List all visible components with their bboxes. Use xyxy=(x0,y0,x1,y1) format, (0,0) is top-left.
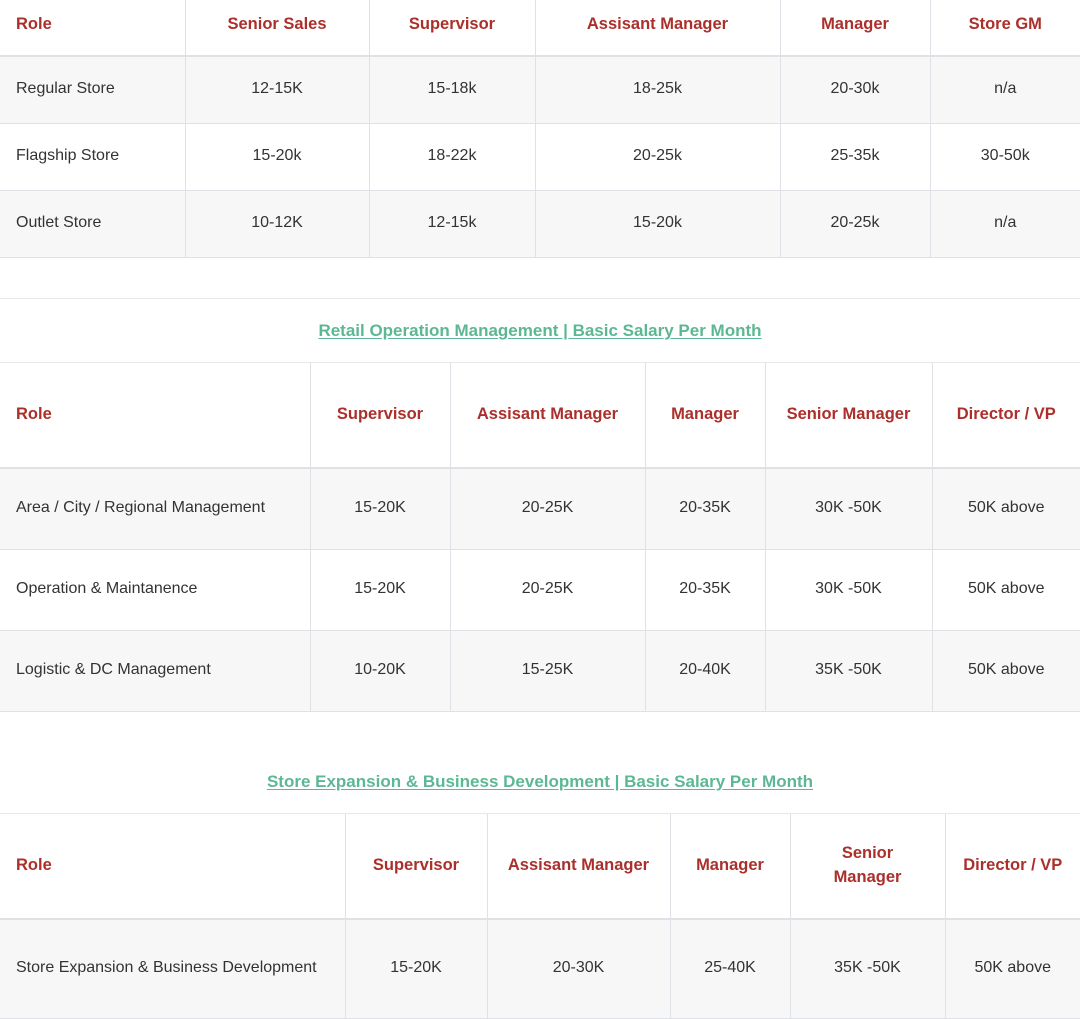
column-header-senior-sales: Senior Sales xyxy=(185,0,370,57)
store-roles-table: Role Senior Sales Supervisor Assisant Ma… xyxy=(0,0,1080,258)
salary-tables-page: Role Senior Sales Supervisor Assisant Ma… xyxy=(0,0,1080,1019)
column-header-director-vp: Director / VP xyxy=(945,813,1080,920)
cell-role: Operation & Maintanence xyxy=(0,549,311,631)
cell-director-vp: 50K above xyxy=(932,549,1080,631)
cell-role: Outlet Store xyxy=(0,190,186,258)
cell-manager: 25-40K xyxy=(670,918,791,1019)
cell-supervisor: 12-15k xyxy=(369,190,536,258)
column-header-supervisor: Supervisor xyxy=(310,363,451,469)
column-header-store-gm: Store GM xyxy=(930,0,1080,57)
column-header-senior-manager: Senior Manager xyxy=(790,813,946,920)
cell-assisant-manager: 20-25K xyxy=(450,468,646,550)
store-expansion-heading: Store Expansion & Business Development |… xyxy=(0,749,1080,814)
table-header: Role Supervisor Assisant Manager Manager… xyxy=(0,363,1080,469)
column-header-assisant-manager: Assisant Manager xyxy=(450,363,646,469)
cell-role: Logistic & DC Management xyxy=(0,630,311,712)
table-row: Outlet Store 10-12K 12-15k 15-20k 20-25k… xyxy=(0,190,1080,258)
table-header: Role Supervisor Assisant Manager Manager… xyxy=(0,813,1080,920)
column-header-manager: Manager xyxy=(670,813,791,920)
cell-supervisor: 15-18k xyxy=(369,56,536,124)
cell-senior-manager: 35K -50K xyxy=(765,630,933,712)
column-header-assisant-manager: Assisant Manager xyxy=(487,813,671,920)
column-header-supervisor: Supervisor xyxy=(369,0,536,57)
cell-manager: 20-35K xyxy=(645,549,766,631)
cell-assisant-manager: 18-25k xyxy=(535,56,781,124)
table-row: Area / City / Regional Management 15-20K… xyxy=(0,468,1080,550)
store-expansion-table-container: Role Supervisor Assisant Manager Manager… xyxy=(0,813,1080,1019)
cell-assisant-manager: 20-25K xyxy=(450,549,646,631)
column-header-manager: Manager xyxy=(645,363,766,469)
column-header-supervisor: Supervisor xyxy=(345,813,488,920)
cell-store-gm: 30-50k xyxy=(930,123,1080,191)
table-row: Store Expansion & Business Development 1… xyxy=(0,918,1080,1019)
store-expansion-business-development-table: Role Supervisor Assisant Manager Manager… xyxy=(0,813,1080,1019)
cell-senior-manager: 35K -50K xyxy=(790,918,946,1019)
cell-senior-sales: 12-15K xyxy=(185,56,370,124)
table-row: Flagship Store 15-20k 18-22k 20-25k 25-3… xyxy=(0,123,1080,191)
store-roles-table-container: Role Senior Sales Supervisor Assisant Ma… xyxy=(0,0,1080,270)
column-header-senior-manager: Senior Manager xyxy=(765,363,933,469)
cell-role: Flagship Store xyxy=(0,123,186,191)
cell-assisant-manager: 20-30K xyxy=(487,918,671,1019)
retail-operation-management-table: Role Supervisor Assisant Manager Manager… xyxy=(0,363,1080,712)
column-header-role: Role xyxy=(0,363,311,469)
cell-supervisor: 15-20K xyxy=(345,918,488,1019)
section-spacer xyxy=(0,711,1080,750)
cell-supervisor: 15-20K xyxy=(310,468,451,550)
cell-senior-sales: 15-20k xyxy=(185,123,370,191)
table-row: Logistic & DC Management 10-20K 15-25K 2… xyxy=(0,630,1080,712)
column-header-role: Role xyxy=(0,813,346,920)
table-body: Regular Store 12-15K 15-18k 18-25k 20-30… xyxy=(0,56,1080,258)
cell-manager: 20-30k xyxy=(780,56,931,124)
retail-operation-management-link[interactable]: Retail Operation Management | Basic Sala… xyxy=(318,321,761,340)
cell-manager: 20-35K xyxy=(645,468,766,550)
cell-assisant-manager: 15-20k xyxy=(535,190,781,258)
table-body: Store Expansion & Business Development 1… xyxy=(0,918,1080,1019)
cell-supervisor: 15-20K xyxy=(310,549,451,631)
table-header-row: Role Supervisor Assisant Manager Manager… xyxy=(0,813,1080,920)
table-row: Operation & Maintanence 15-20K 20-25K 20… xyxy=(0,549,1080,631)
cell-store-gm: n/a xyxy=(930,190,1080,258)
cell-supervisor: 10-20K xyxy=(310,630,451,712)
cell-senior-manager: 30K -50K xyxy=(765,549,933,631)
column-header-assisant-manager: Assisant Manager xyxy=(535,0,781,57)
cell-store-gm: n/a xyxy=(930,56,1080,124)
table-header-row: Role Supervisor Assisant Manager Manager… xyxy=(0,363,1080,469)
cell-assisant-manager: 20-25k xyxy=(535,123,781,191)
column-header-manager: Manager xyxy=(780,0,931,57)
cell-manager: 20-25k xyxy=(780,190,931,258)
cell-manager: 20-40K xyxy=(645,630,766,712)
column-header-director-vp: Director / VP xyxy=(932,363,1080,469)
cell-role: Store Expansion & Business Development xyxy=(0,918,346,1019)
cell-role: Area / City / Regional Management xyxy=(0,468,311,550)
cell-role: Regular Store xyxy=(0,56,186,124)
table-body: Area / City / Regional Management 15-20K… xyxy=(0,468,1080,712)
cell-director-vp: 50K above xyxy=(932,468,1080,550)
cell-director-vp: 50K above xyxy=(945,918,1080,1019)
retail-operation-management-heading: Retail Operation Management | Basic Sala… xyxy=(0,299,1080,363)
column-header-role: Role xyxy=(0,0,186,57)
cell-senior-sales: 10-12K xyxy=(185,190,370,258)
table-header-row: Role Senior Sales Supervisor Assisant Ma… xyxy=(0,0,1080,57)
cell-director-vp: 50K above xyxy=(932,630,1080,712)
table-header: Role Senior Sales Supervisor Assisant Ma… xyxy=(0,0,1080,57)
store-expansion-link[interactable]: Store Expansion & Business Development |… xyxy=(267,772,813,791)
cell-supervisor: 18-22k xyxy=(369,123,536,191)
cell-manager: 25-35k xyxy=(780,123,931,191)
section-divider xyxy=(0,270,1080,299)
cell-senior-manager: 30K -50K xyxy=(765,468,933,550)
cell-assisant-manager: 15-25K xyxy=(450,630,646,712)
table-row: Regular Store 12-15K 15-18k 18-25k 20-30… xyxy=(0,56,1080,124)
